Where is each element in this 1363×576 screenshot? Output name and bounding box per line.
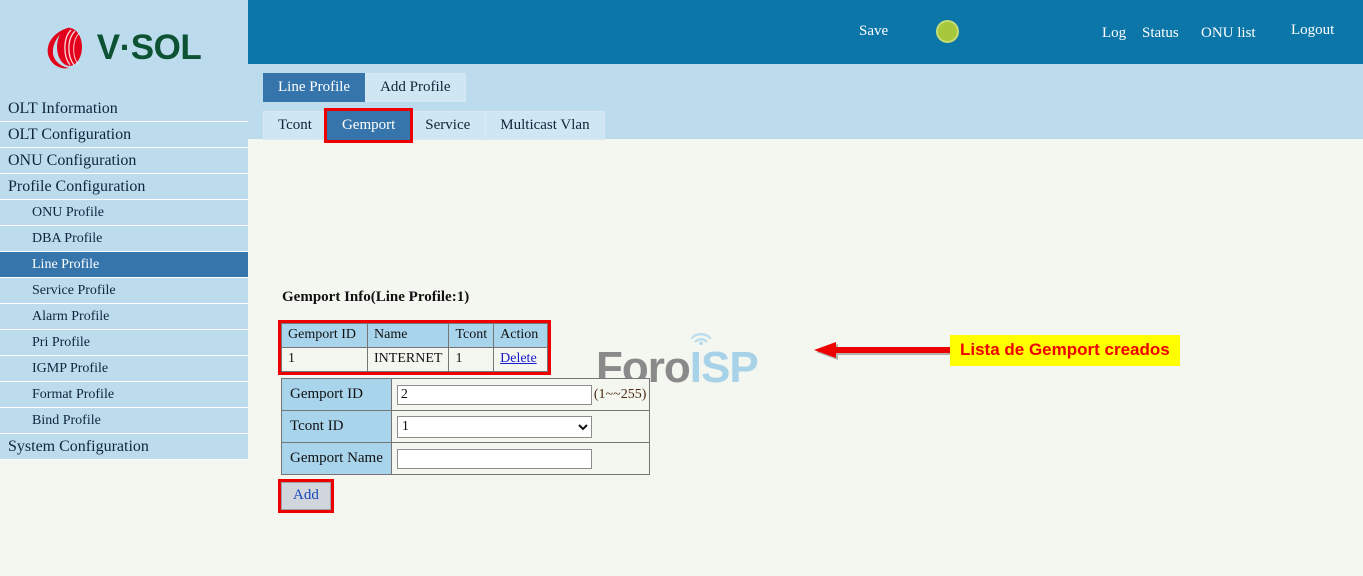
brand-logo-text: V·SOL [96,28,202,67]
tab-strip-zone: Line Profile Add Profile Tcont Gemport Serv… [248,64,1363,143]
gemport-info-title: Gemport Info(Line Profile:1) [282,289,470,305]
page-root: V·SOL Save Log Status ONU list Logout OL… [0,0,1363,576]
primary-tab-row: Line Profile Add Profile [263,73,466,102]
form-row-gemport-id: Gemport ID (1~~255) [281,378,650,411]
sidebar-item-igmp-profile[interactable]: IGMP Profile [0,356,248,382]
add-gemport-form: Gemport ID (1~~255) Tcont ID 1 [281,378,650,475]
sidebar-item-onu-profile[interactable]: ONU Profile [0,200,248,226]
sidebar-item-profile-configuration[interactable]: Profile Configuration [0,174,248,200]
tab-service[interactable]: Service [410,111,486,140]
gemport-name-input[interactable] [396,448,592,469]
col-name: Name [366,323,450,348]
col-gemport-id: Gemport ID [281,323,368,348]
sidebar-item-onu-configuration[interactable]: ONU Configuration [0,148,248,174]
sidebar-item-olt-configuration[interactable]: OLT Configuration [0,122,248,148]
cell-tcont: 1 [448,347,495,372]
tab-add-profile[interactable]: Add Profile [365,73,466,102]
form-row-tcont-id: Tcont ID 1 [281,410,650,443]
sidebar-item-system-configuration[interactable]: System Configuration [0,434,248,460]
sidebar-item-bind-profile[interactable]: Bind Profile [0,408,248,434]
cell-name: INTERNET [366,347,450,372]
sidebar-item-olt-information[interactable]: OLT Information [0,96,248,122]
annotation-arrow-icon [814,342,952,362]
vsol-flame-icon [41,23,91,73]
gemport-id-hint: (1~~255) [593,386,647,402]
onu-list-link[interactable]: ONU list [1201,25,1256,42]
tab-tcont[interactable]: Tcont [263,111,327,140]
top-navigation-bar: Save Log Status ONU list Logout [248,0,1363,64]
delete-link[interactable]: Delete [500,351,537,366]
cell-action: Delete [493,347,549,372]
gemport-info-table-highlight: Gemport ID Name Tcont Action 1 INTERNET … [277,320,552,375]
tab-line-profile[interactable]: Line Profile [263,73,366,102]
table-header-row: Gemport ID Name Tcont Action [281,323,549,348]
add-button[interactable]: Add [281,482,331,510]
label-tcont-id: Tcont ID [281,410,392,443]
tcont-id-select[interactable]: 1 [396,415,592,438]
sidebar-navigation: OLT Information OLT Configuration ONU Conf… [0,96,248,488]
gemport-id-input[interactable] [396,384,592,405]
sidebar-item-service-profile[interactable]: Service Profile [0,278,248,304]
logout-link[interactable]: Logout [1291,22,1334,39]
add-button-highlight: Add [278,479,334,513]
sidebar-item-pri-profile[interactable]: Pri Profile [0,330,248,356]
col-action: Action [493,323,549,348]
sidebar-item-format-profile[interactable]: Format Profile [0,382,248,408]
main-content-area: Line Profile Add Profile Tcont Gemport Serv… [248,64,1363,576]
annotation-label: Lista de Gemport creados [950,335,1180,366]
save-status-indicator-icon [936,20,959,43]
status-link[interactable]: Status [1142,25,1179,42]
watermark-part2: ISP [689,343,759,392]
tab-gemport[interactable]: Gemport [323,108,414,143]
label-gemport-id: Gemport ID [281,378,392,411]
tab-multicast-vlan[interactable]: Multicast Vlan [485,111,605,140]
sidebar-item-dba-profile[interactable]: DBA Profile [0,226,248,252]
save-link[interactable]: Save [859,23,888,40]
sidebar-item-line-profile[interactable]: Line Profile [0,252,248,278]
secondary-tab-row: Tcont Gemport Service Multicast Vlan [263,108,605,143]
label-gemport-name: Gemport Name [281,442,392,475]
foroisp-watermark: ForoISP [596,325,776,391]
brand-logo-panel: V·SOL [0,0,248,96]
cell-gemport-id: 1 [281,347,368,372]
gemport-info-table: Gemport ID Name Tcont Action 1 INTERNET … [281,323,549,372]
sidebar-item-alarm-profile[interactable]: Alarm Profile [0,304,248,330]
log-link[interactable]: Log [1102,25,1126,42]
table-row: 1 INTERNET 1 Delete [281,347,549,372]
content-panel: ForoISP Gemport Info(Line Profile:1) Gem… [248,139,1363,576]
col-tcont: Tcont [448,323,495,348]
form-row-gemport-name: Gemport Name [281,442,650,475]
